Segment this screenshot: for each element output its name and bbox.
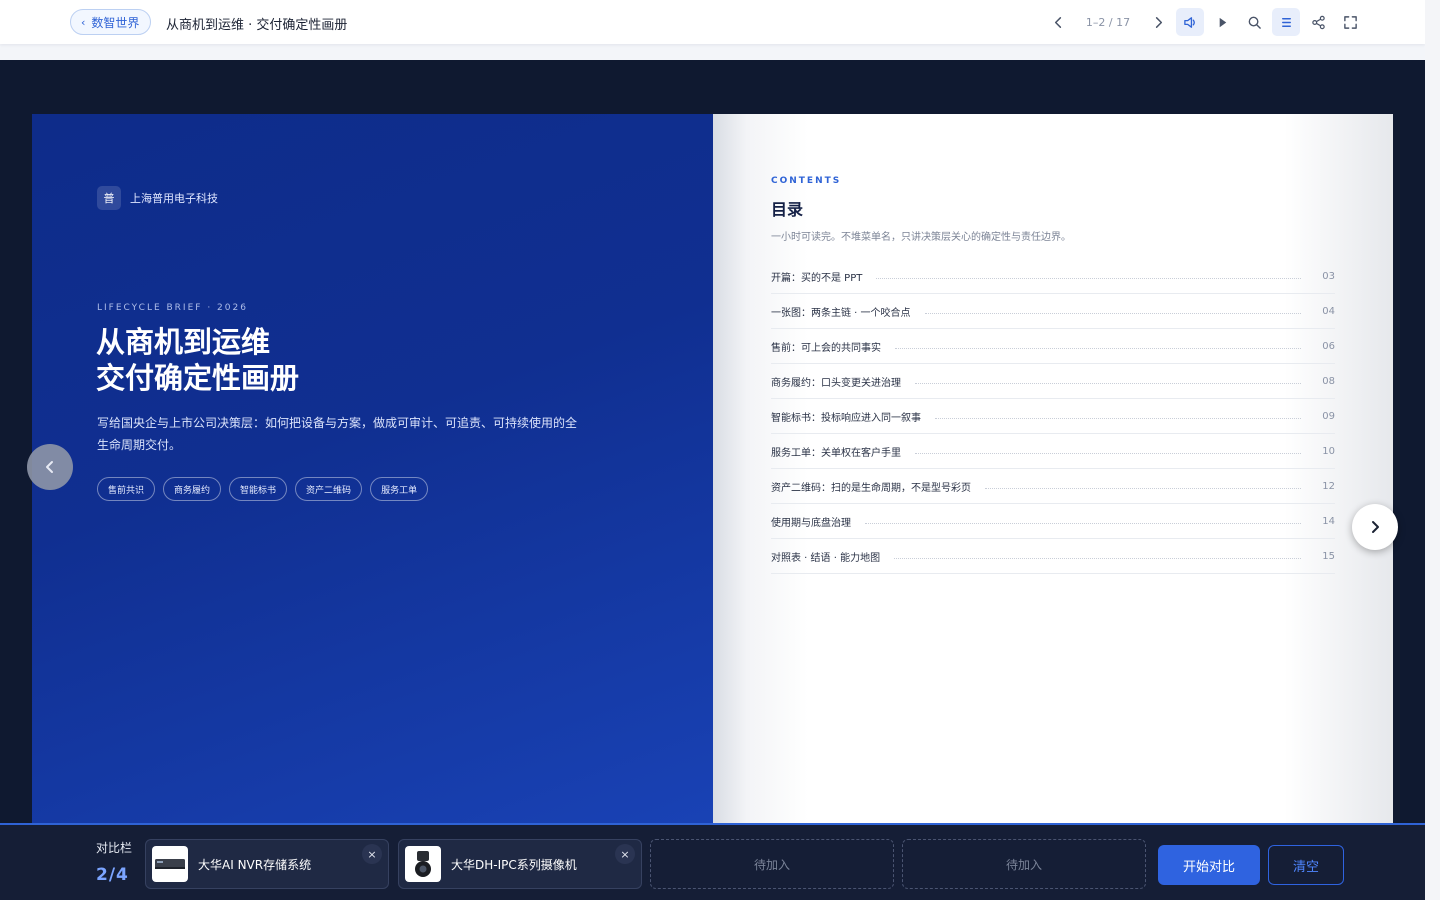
toc-item[interactable]: 开篇：买的不是 PPT 03	[771, 259, 1335, 294]
remove-compare-item-button[interactable]: ×	[615, 844, 635, 864]
toc-item[interactable]: 使用期与底盘治理 14	[771, 504, 1335, 539]
toc-item-page: 09	[1322, 410, 1335, 422]
scrollbar-track[interactable]	[1425, 0, 1440, 900]
toc-list: 开篇：买的不是 PPT 03 一张图：两条主链 · 一个咬合点 04 售前：可上会的…	[771, 259, 1335, 574]
cover-title-line-1: 从商机到运维	[96, 325, 271, 359]
nvr-device-icon	[155, 859, 185, 869]
prev-page-button[interactable]	[1044, 8, 1072, 36]
compare-item[interactable]: 大华DH-IPC系列摄像机 ×	[398, 839, 642, 889]
cover-tag: 智能标书	[229, 477, 288, 501]
toc-item[interactable]: 智能标书：投标响应进入同一叙事 09	[771, 399, 1335, 434]
start-compare-button[interactable]: 开始对比	[1158, 845, 1260, 885]
toc-button[interactable]	[1272, 8, 1300, 36]
brand: 普 上海普用电子科技	[97, 186, 218, 210]
toc-subtitle: 一小时可读完。不堆菜单名，只讲决策层关心的确定性与责任边界。	[771, 232, 1071, 243]
cover-page[interactable]: 普 上海普用电子科技 LIFECYCLE BRIEF · 2026 从商机到运维…	[32, 114, 713, 824]
next-page-button[interactable]	[1144, 8, 1172, 36]
toc-item-label: 开篇：买的不是 PPT	[771, 272, 863, 284]
compare-item[interactable]: 大华AI NVR存储系统 ×	[145, 839, 389, 889]
compare-item-name: 大华AI NVR存储系统	[198, 857, 312, 872]
toc-item-page: 03	[1322, 270, 1335, 282]
brand-logo: 普	[97, 186, 121, 210]
prev-spread-button[interactable]	[27, 444, 73, 490]
autoplay-button[interactable]	[1208, 8, 1236, 36]
toc-item-label: 使用期与底盘治理	[771, 517, 851, 529]
search-button[interactable]	[1240, 8, 1268, 36]
clear-compare-button[interactable]: 清空	[1268, 845, 1344, 885]
compare-bar: 对比栏 2/4 大华AI NVR存储系统 × 大华DH-IPC系列摄像机 × 待…	[0, 823, 1425, 900]
contents-page[interactable]: CONTENTS 目录 一小时可读完。不堆菜单名，只讲决策层关心的确定性与责任边…	[713, 114, 1393, 824]
compare-count: 2/4	[96, 865, 129, 885]
toc-item[interactable]: 一张图：两条主链 · 一个咬合点 04	[771, 294, 1335, 329]
toc-item-page: 10	[1322, 445, 1335, 457]
play-icon	[1219, 17, 1226, 27]
chevron-left-icon	[46, 461, 53, 473]
toc-item-label: 商务履约：口头变更关进治理	[771, 377, 901, 389]
fullscreen-button[interactable]	[1336, 8, 1364, 36]
contents-label: CONTENTS	[771, 176, 842, 186]
reader-stage: 普 上海普用电子科技 LIFECYCLE BRIEF · 2026 从商机到运维…	[0, 60, 1425, 900]
cover-tag: 资产二维码	[295, 477, 363, 501]
toc-item-label: 资产二维码：扫的是生命周期，不是型号彩页	[771, 482, 971, 494]
brand-name: 上海普用电子科技	[130, 192, 218, 205]
cover-tag: 商务履约	[163, 477, 222, 501]
search-icon	[1248, 16, 1261, 29]
toc-item[interactable]: 售前：可上会的共同事实 06	[771, 329, 1335, 364]
page-indicator: 1–2 / 17	[1085, 15, 1131, 29]
chevron-right-icon	[1372, 521, 1379, 533]
top-bar: ‹ 数智世界 从商机到运维 · 交付确定性画册 1–2 / 17	[0, 0, 1425, 44]
toc-item[interactable]: 对照表 · 结语 · 能力地图 15	[771, 539, 1335, 574]
product-thumbnail	[405, 846, 441, 882]
share-button[interactable]	[1304, 8, 1332, 36]
cover-tags: 售前共识 商务履约 智能标书 资产二维码 服务工单	[97, 477, 429, 501]
toc-item-page: 12	[1322, 480, 1335, 492]
toc-item-page: 14	[1322, 515, 1335, 527]
toc-item-label: 售前：可上会的共同事实	[771, 342, 881, 354]
menu-icon	[1281, 17, 1291, 27]
share-icon	[1311, 15, 1325, 29]
toolbar: 1–2 / 17	[1044, 8, 1364, 36]
fullscreen-icon	[1343, 15, 1357, 29]
back-button-label: 数智世界	[91, 15, 140, 30]
cover-title: 从商机到运维 交付确定性画册	[96, 324, 299, 396]
camera-device-icon	[415, 851, 431, 877]
document-title: 从商机到运维 · 交付确定性画册	[166, 18, 348, 33]
compare-empty-slot: 待加入	[902, 839, 1146, 889]
toc-item-page: 08	[1322, 375, 1335, 387]
remove-compare-item-button[interactable]: ×	[362, 844, 382, 864]
toc-item-page: 04	[1322, 305, 1335, 317]
toc-item-page: 06	[1322, 340, 1335, 352]
toc-item-label: 服务工单：关单权在客户手里	[771, 447, 901, 459]
toc-title: 目录	[771, 200, 804, 219]
toc-item[interactable]: 服务工单：关单权在客户手里 10	[771, 434, 1335, 469]
toc-item[interactable]: 资产二维码：扫的是生命周期，不是型号彩页 12	[771, 469, 1335, 504]
cover-title-line-2: 交付确定性画册	[96, 361, 300, 395]
lifecycle-label: LIFECYCLE BRIEF · 2026	[97, 303, 248, 313]
chevron-right-icon	[1155, 16, 1162, 28]
compare-item-name: 大华DH-IPC系列摄像机	[451, 857, 577, 872]
toc-item-page: 15	[1322, 550, 1335, 562]
compare-empty-slot: 待加入	[650, 839, 894, 889]
next-spread-button[interactable]	[1352, 504, 1398, 550]
sound-toggle-button[interactable]	[1176, 8, 1204, 36]
toc-item-label: 智能标书：投标响应进入同一叙事	[771, 412, 921, 424]
toc-item[interactable]: 商务履约：口头变更关进治理 08	[771, 364, 1335, 399]
cover-description: 写给国央企与上市公司决策层：如何把设备与方案，做成可审计、可追责、可持续使用的全…	[97, 416, 578, 452]
speaker-icon	[1183, 16, 1195, 28]
product-thumbnail	[152, 846, 188, 882]
compare-bar-label: 对比栏	[96, 841, 133, 855]
chevron-left-icon: ‹	[81, 15, 86, 29]
cover-tag: 售前共识	[97, 477, 156, 501]
back-button[interactable]: ‹ 数智世界	[70, 9, 152, 35]
chevron-left-icon	[1054, 16, 1061, 28]
cover-tag: 服务工单	[370, 477, 429, 501]
toc-item-label: 对照表 · 结语 · 能力地图	[771, 552, 881, 564]
toc-item-label: 一张图：两条主链 · 一个咬合点	[771, 307, 911, 319]
